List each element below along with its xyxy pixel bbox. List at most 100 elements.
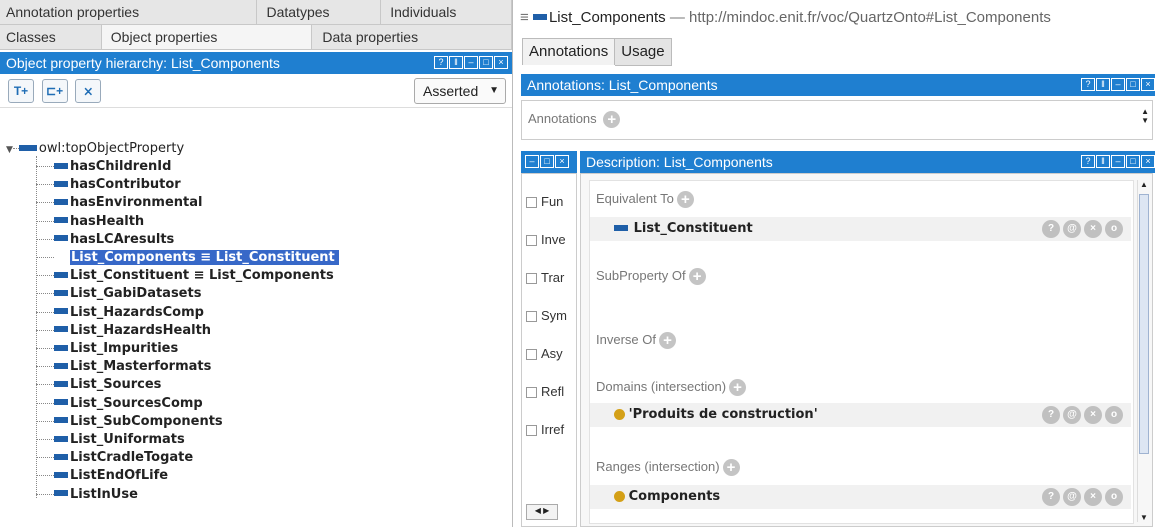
tree-item[interactable]: List_HazardsHealth — [36, 322, 211, 340]
annotate-icon[interactable]: @ — [1063, 406, 1081, 424]
maximize-icon[interactable]: □ — [1126, 78, 1140, 91]
tree-connector — [36, 384, 54, 386]
add-annotation-icon[interactable]: + — [603, 111, 621, 129]
close-icon[interactable]: × — [494, 56, 508, 69]
domain-row[interactable]: 'Produits de construction' ? @ × o — [590, 403, 1131, 427]
edit-icon[interactable]: o — [1105, 406, 1123, 424]
close-icon[interactable]: × — [1141, 155, 1155, 168]
tab-object-properties[interactable]: Object properties — [101, 25, 313, 49]
characteristic-checkbox[interactable]: Refl — [522, 373, 576, 411]
tree-item[interactable]: List_HazardsComp — [36, 304, 204, 322]
split-icon[interactable]: ‖ — [1096, 78, 1110, 91]
scroll-up-icon[interactable]: ▲ — [1140, 180, 1148, 189]
object-property-icon — [54, 362, 68, 369]
add-range-icon[interactable]: + — [722, 459, 740, 477]
characteristic-checkbox[interactable]: Inve — [522, 221, 576, 259]
checkbox-icon[interactable] — [526, 235, 537, 247]
tab-datatypes[interactable]: Datatypes — [257, 0, 382, 24]
help-icon[interactable]: ? — [434, 56, 448, 69]
tab-data-properties[interactable]: Data properties — [312, 25, 512, 49]
delete-icon[interactable]: × — [1084, 488, 1102, 506]
tree-item[interactable]: List_Masterformats — [36, 358, 211, 376]
add-sub-property-icon[interactable]: T+ — [8, 79, 34, 103]
checkbox-icon[interactable] — [526, 273, 537, 285]
add-equivalent-icon[interactable]: + — [676, 191, 694, 209]
help-icon[interactable]: ? — [1081, 155, 1095, 168]
range-row[interactable]: Components ? @ × o — [590, 485, 1131, 509]
add-domain-icon[interactable]: + — [729, 379, 747, 397]
delete-property-icon[interactable]: ⨯ — [75, 79, 102, 103]
left-pane: Annotation properties Datatypes Individu… — [0, 0, 513, 527]
add-sibling-property-icon[interactable]: ⊏+ — [41, 79, 68, 103]
tree-item[interactable]: List_Components ≡ List_Constituent — [36, 249, 339, 267]
checkbox-icon[interactable] — [526, 197, 537, 209]
delete-icon[interactable]: × — [1084, 406, 1102, 424]
maximize-icon[interactable]: □ — [1126, 155, 1140, 168]
annotate-icon[interactable]: @ — [1063, 220, 1081, 238]
tree-item[interactable]: List_GabiDatasets — [36, 285, 201, 303]
checkbox-icon[interactable] — [526, 425, 537, 437]
tree-item[interactable]: hasContributor — [36, 176, 181, 194]
tree-item[interactable]: ListEndOfLife — [36, 467, 168, 485]
add-subproperty-icon[interactable]: + — [688, 268, 706, 286]
tab-annotation-properties[interactable]: Annotation properties — [0, 0, 258, 24]
minimize-icon[interactable]: – — [525, 155, 539, 168]
domain-value: 'Produits de construction' — [628, 407, 818, 422]
equivalent-row[interactable]: List_Constituent ? @ × o — [590, 217, 1131, 241]
tree-item[interactable]: ListInUse — [36, 486, 138, 504]
explain-icon[interactable]: ? — [1042, 406, 1060, 424]
tree-item[interactable]: List_Impurities — [36, 340, 178, 358]
tree-item[interactable]: ListCradleTogate — [36, 449, 193, 467]
maximize-icon[interactable]: □ — [540, 155, 554, 168]
tree-item[interactable]: hasLCAresults — [36, 231, 174, 249]
edit-icon[interactable]: o — [1105, 488, 1123, 506]
tree-item[interactable]: hasChildrenId — [36, 158, 171, 176]
tree-item-label: List_Uniformats — [70, 432, 185, 447]
minimize-icon[interactable]: – — [464, 56, 478, 69]
annotations-scroll-arrows[interactable]: ▲ ▼ — [1141, 107, 1149, 125]
equivalent-to-section: Equivalent To + — [596, 191, 694, 209]
tree-item[interactable]: List_SubComponents — [36, 413, 223, 431]
tab-usage[interactable]: Usage — [615, 38, 672, 66]
annotate-icon[interactable]: @ — [1063, 488, 1081, 506]
close-icon[interactable]: × — [555, 155, 569, 168]
description-scrollbar[interactable]: ▲ ▼ — [1137, 180, 1150, 522]
asserted-dropdown[interactable]: Asserted ▼ — [414, 78, 506, 104]
scroll-down-icon[interactable]: ▼ — [1140, 513, 1148, 522]
explain-icon[interactable]: ? — [1042, 220, 1060, 238]
maximize-icon[interactable]: □ — [479, 56, 493, 69]
minimize-icon[interactable]: – — [1111, 78, 1125, 91]
delete-icon[interactable]: × — [1084, 220, 1102, 238]
tree-item[interactable]: List_Uniformats — [36, 431, 185, 449]
tab-annotations[interactable]: Annotations — [522, 38, 616, 65]
collapse-toggle-icon[interactable]: ▼ — [6, 145, 13, 155]
help-icon[interactable]: ? — [1081, 78, 1095, 91]
tree-item[interactable]: List_Constituent ≡ List_Components — [36, 267, 334, 285]
tree-item[interactable]: List_SourcesComp — [36, 395, 203, 413]
horizontal-scrollbar[interactable]: ◀ ▶ — [526, 504, 558, 520]
menu-icon[interactable]: ≡ — [520, 9, 529, 26]
tree-item[interactable]: hasEnvironmental — [36, 194, 203, 212]
tree-item[interactable]: List_Sources — [36, 376, 161, 394]
add-inverse-icon[interactable]: + — [658, 332, 676, 350]
explain-icon[interactable]: ? — [1042, 488, 1060, 506]
tree-root[interactable]: ▼ owl:topObjectProperty — [6, 140, 184, 158]
characteristic-checkbox[interactable]: Asy — [522, 335, 576, 373]
characteristic-checkbox[interactable]: Trar — [522, 259, 576, 297]
tree-item[interactable]: hasHealth — [36, 213, 144, 231]
checkbox-icon[interactable] — [526, 349, 537, 361]
annotations-window-controls: ? ‖ – □ × — [1081, 78, 1155, 91]
checkbox-icon[interactable] — [526, 387, 537, 399]
characteristic-checkbox[interactable]: Sym — [522, 297, 576, 335]
edit-icon[interactable]: o — [1105, 220, 1123, 238]
tab-classes[interactable]: Classes — [0, 25, 102, 49]
checkbox-icon[interactable] — [526, 311, 537, 323]
split-icon[interactable]: ‖ — [449, 56, 463, 69]
characteristic-checkbox[interactable]: Irref — [522, 411, 576, 449]
scroll-thumb[interactable] — [1139, 194, 1149, 454]
minimize-icon[interactable]: – — [1111, 155, 1125, 168]
characteristic-checkbox[interactable]: Fun — [522, 183, 576, 221]
split-icon[interactable]: ‖ — [1096, 155, 1110, 168]
close-icon[interactable]: × — [1141, 78, 1155, 91]
tab-individuals[interactable]: Individuals — [381, 0, 512, 24]
